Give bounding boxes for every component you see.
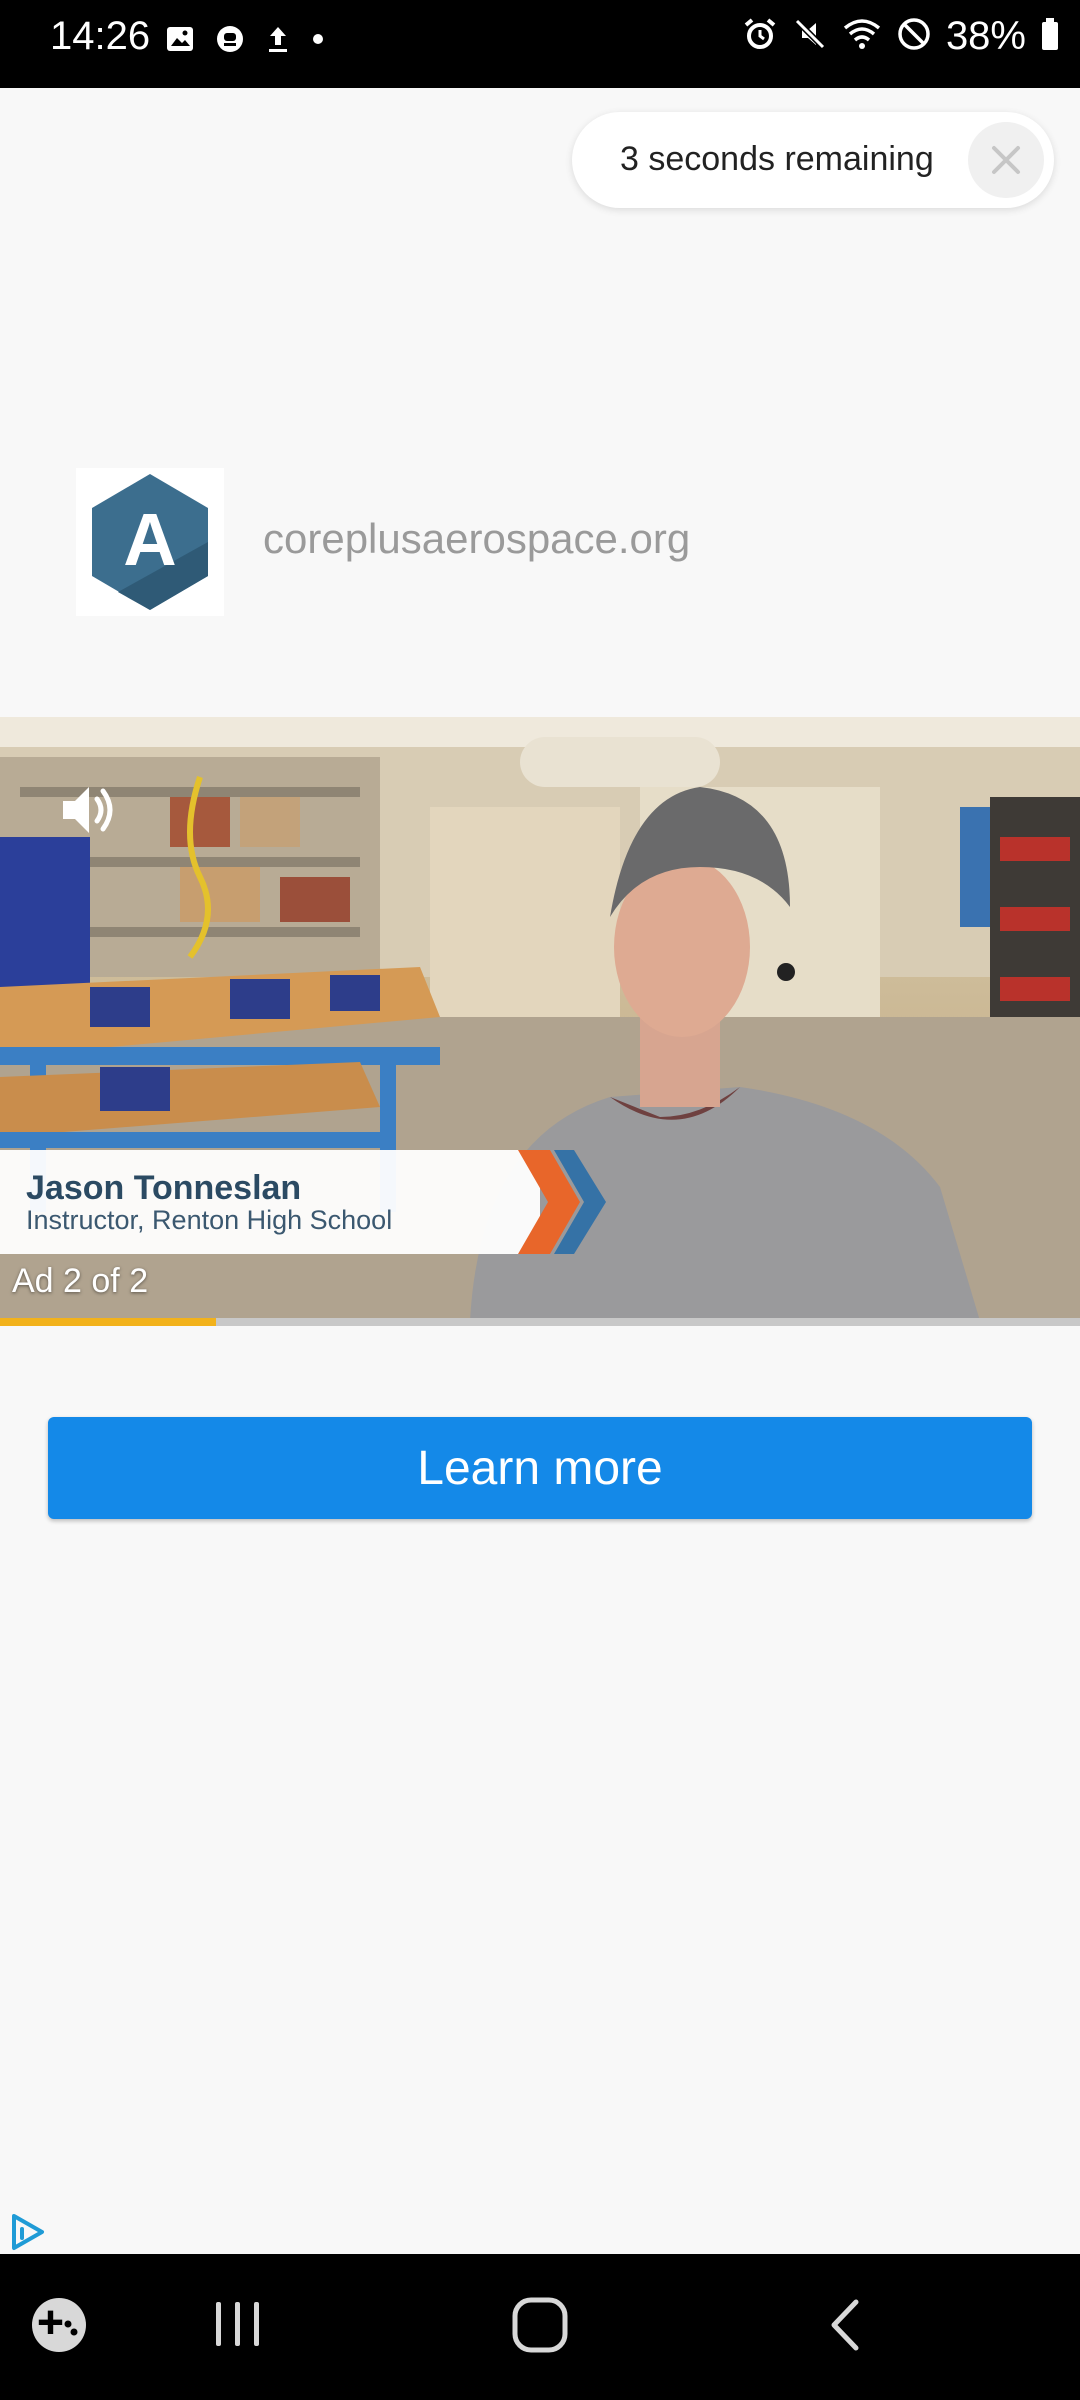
advertiser-logo[interactable]: A — [76, 468, 224, 616]
ad-progress-bar — [0, 1318, 1080, 1326]
recent-apps-icon[interactable] — [210, 2296, 266, 2357]
dot-icon — [311, 24, 325, 59]
status-time: 14:26 — [50, 14, 151, 58]
close-ad-button[interactable] — [968, 122, 1044, 198]
svg-text:A: A — [123, 498, 176, 581]
battery-icon — [1040, 16, 1060, 57]
speaker-title: Instructor, Renton High School — [26, 1205, 393, 1235]
alarm-icon — [742, 16, 778, 57]
ad-video-player[interactable]: Jason Tonneslan Instructor, Renton High … — [0, 717, 1080, 1321]
chevron-right-icon — [518, 1150, 606, 1254]
ad-countdown-pill: 3 seconds remaining — [572, 112, 1054, 208]
mute-icon — [792, 16, 828, 57]
learn-more-button[interactable]: Learn more — [48, 1417, 1032, 1519]
countdown-text: 3 seconds remaining — [620, 140, 934, 178]
hexagon-a-logo-icon: A — [92, 474, 208, 610]
wifi-icon — [842, 16, 882, 57]
navigation-bar — [0, 2254, 1080, 2400]
upload-icon — [265, 24, 291, 59]
adchoices-icon[interactable] — [8, 2212, 48, 2257]
battery-percent: 38% — [945, 14, 1026, 58]
close-icon — [992, 146, 1020, 174]
game-launcher-icon[interactable] — [30, 2296, 88, 2359]
back-icon[interactable] — [822, 2296, 870, 2359]
home-icon[interactable] — [511, 2296, 569, 2359]
speaker-name: Jason Tonneslan — [26, 1169, 302, 1207]
status-bar: 14:26 38% — [0, 0, 1080, 88]
volume-icon[interactable] — [55, 777, 121, 848]
image-notification-icon — [165, 24, 195, 59]
advertiser-domain[interactable]: coreplusaerospace.org — [263, 515, 690, 563]
do-not-disturb-icon — [896, 16, 932, 57]
ad-counter: Ad 2 of 2 — [12, 1262, 149, 1300]
app-notification-icon — [215, 24, 245, 59]
notification-icons — [165, 24, 325, 59]
system-status-icons: 38% — [742, 14, 1060, 59]
ad-progress-fill — [0, 1318, 216, 1326]
